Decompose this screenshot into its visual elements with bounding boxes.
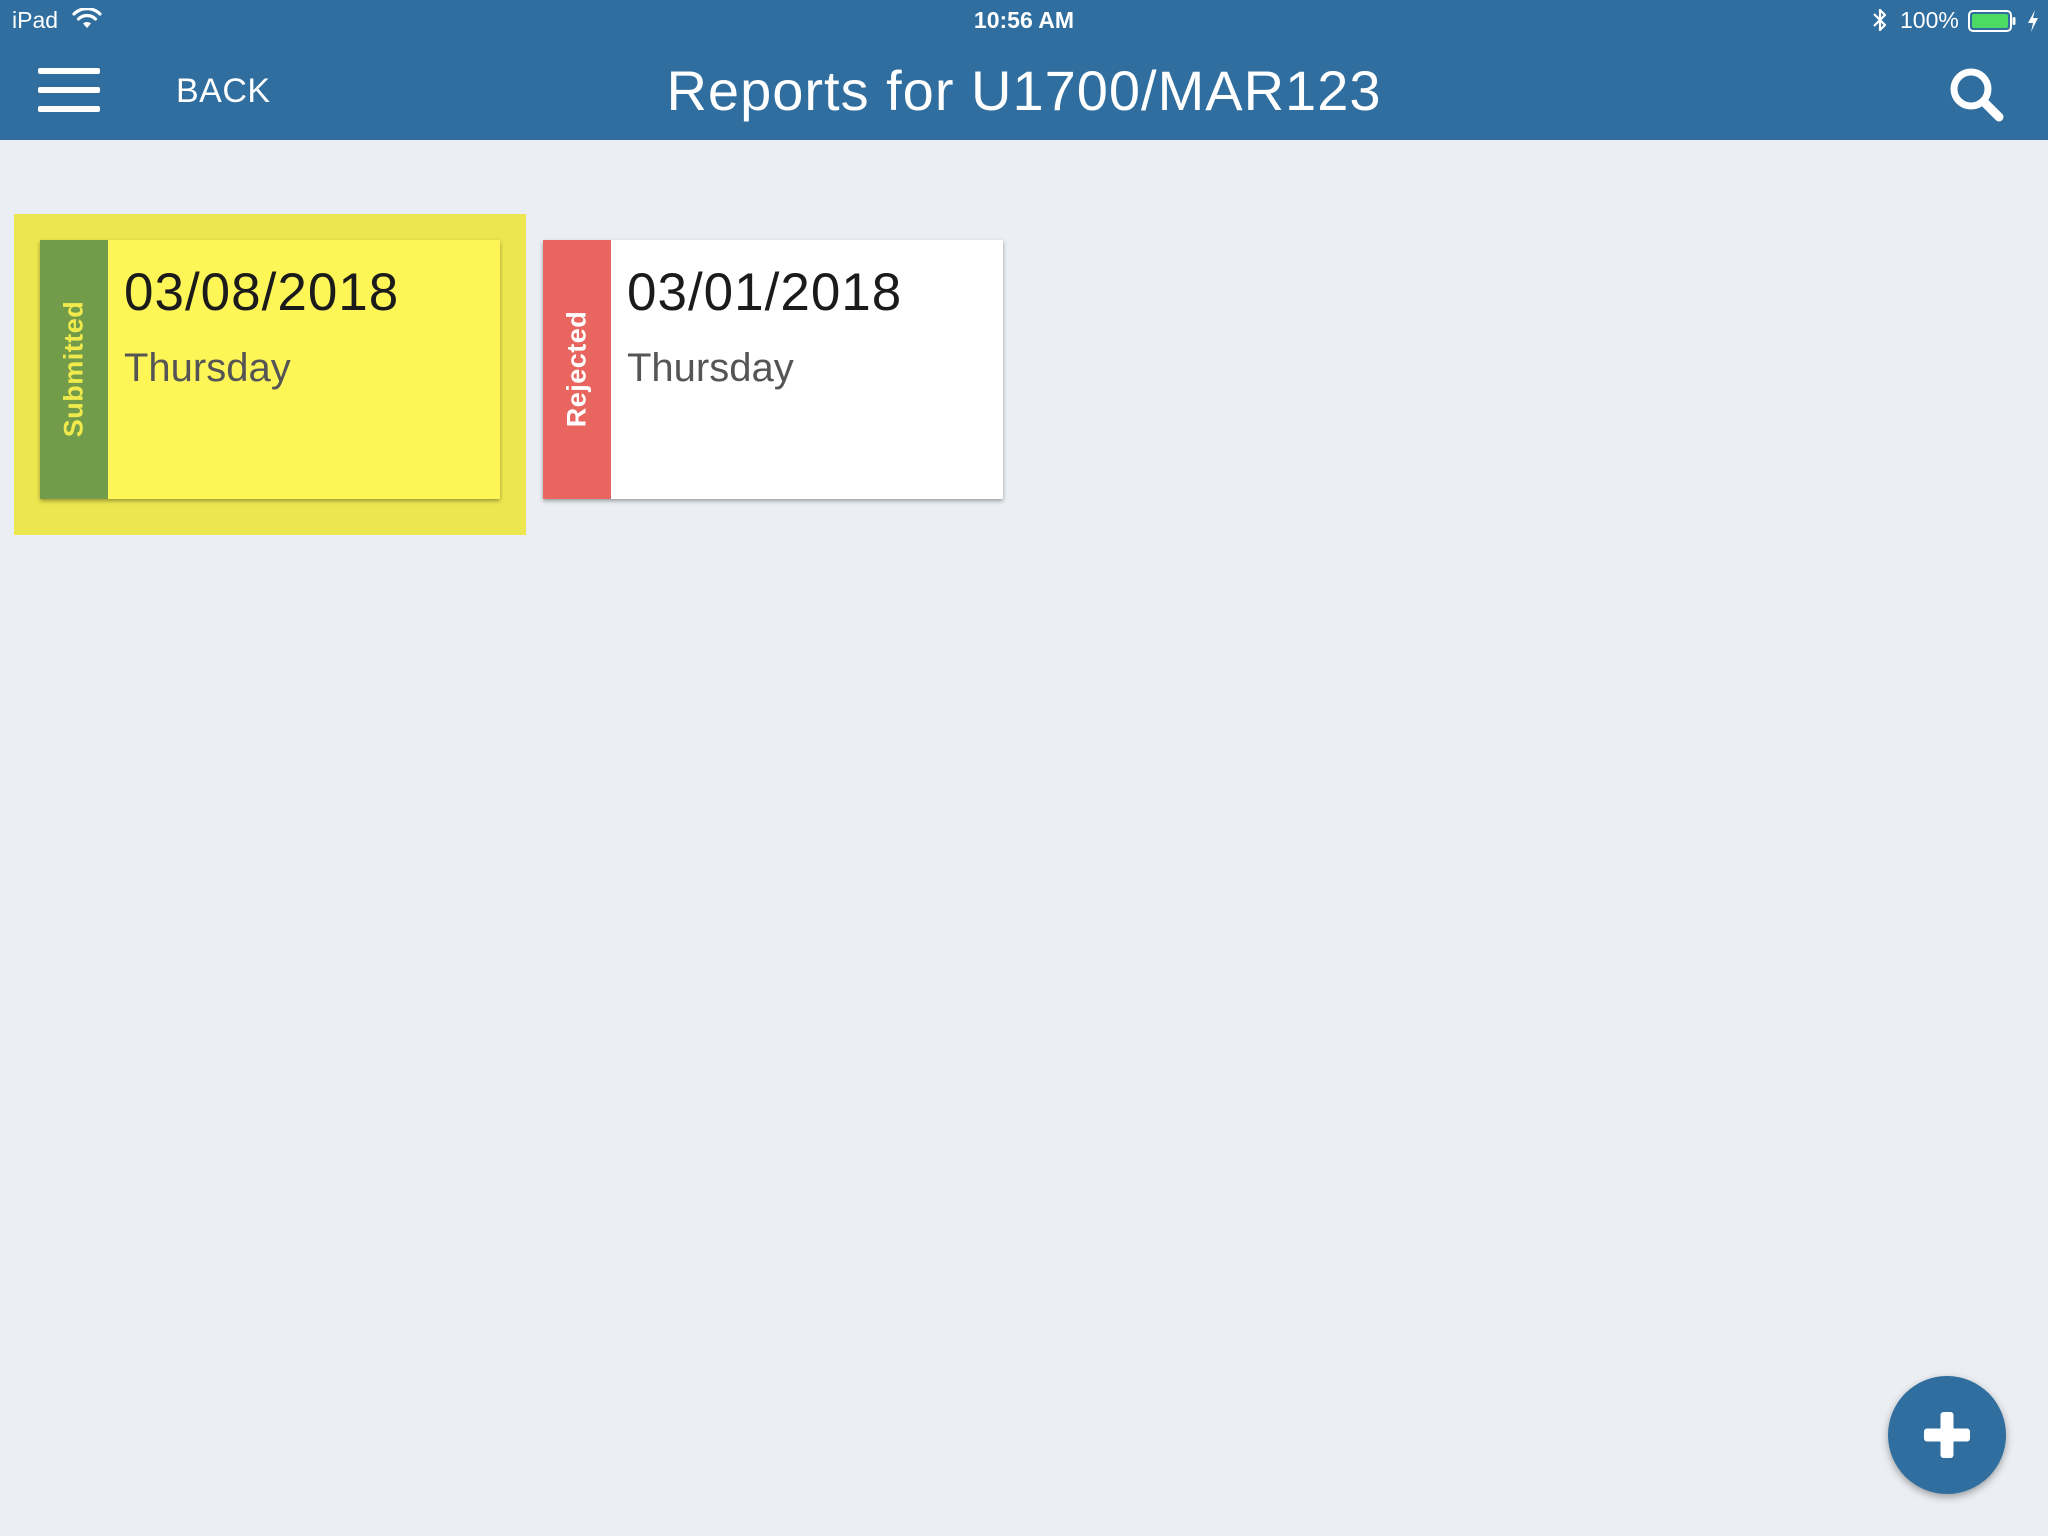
report-date: 03/08/2018: [124, 263, 400, 322]
add-report-button[interactable]: [1888, 1376, 2006, 1494]
report-card[interactable]: Rejected 03/01/2018 Thursday: [543, 240, 1003, 499]
report-card[interactable]: Submitted 03/08/2018 Thursday: [40, 240, 500, 499]
search-button[interactable]: [1946, 64, 2008, 124]
status-strip-submitted: Submitted: [40, 240, 108, 499]
status-bar: iPad 10:56 AM 100%: [0, 0, 2048, 40]
report-status-label: Rejected: [561, 310, 592, 428]
charging-icon: [2028, 10, 2038, 32]
battery-icon: [1968, 10, 2016, 32]
plus-icon: [1924, 1412, 1970, 1458]
report-status-label: Submitted: [58, 300, 89, 438]
search-icon: [1950, 68, 2004, 122]
app-header: iPad 10:56 AM 100% BACK Reports for U170…: [0, 0, 2048, 140]
status-time: 10:56 AM: [973, 7, 1075, 33]
report-day: Thursday: [627, 346, 794, 390]
report-date: 03/01/2018: [627, 263, 903, 322]
battery-percentage: 100%: [1900, 7, 1959, 33]
status-strip-rejected: Rejected: [543, 240, 611, 499]
page-title: Reports for U1700/MAR123: [666, 59, 1382, 122]
bluetooth-icon: [1873, 8, 1887, 32]
report-day: Thursday: [124, 346, 291, 390]
report-list: Submitted 03/08/2018 Thursday Rejected 0…: [0, 140, 2048, 740]
